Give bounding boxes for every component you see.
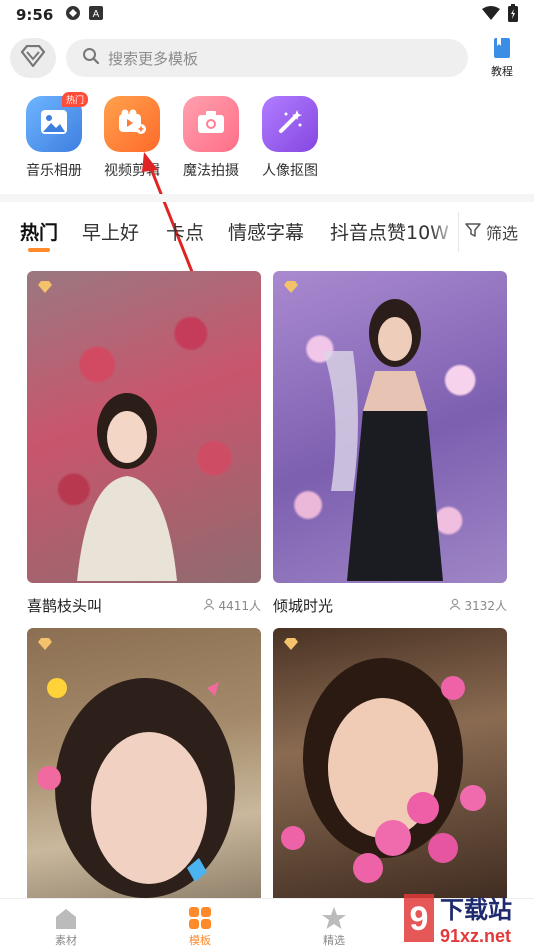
template-thumbnail: [273, 271, 507, 583]
search-bar[interactable]: 搜索更多模板: [66, 39, 468, 77]
wifi-icon: [482, 6, 500, 24]
watermark-logo: 9 下载站 91xz.net: [404, 894, 512, 946]
filter-button[interactable]: 筛选: [458, 212, 534, 252]
hot-badge: 热门: [61, 92, 88, 107]
portrait-figure: [77, 393, 177, 581]
magic-wand-icon: [275, 107, 305, 141]
tab-hot[interactable]: 热门: [20, 218, 58, 245]
tutorial-label: 教程: [491, 64, 513, 78]
usage-count: 4411人: [203, 597, 261, 614]
person-icon: [203, 598, 215, 613]
filter-label: 筛选: [486, 224, 519, 243]
feature-music-album[interactable]: 热门 音乐相册: [14, 92, 94, 180]
usage-count-value: 3132人: [464, 599, 507, 613]
video-edit-tile: [104, 96, 160, 152]
diamond-icon: [37, 635, 53, 654]
template-title: 倾城时光: [273, 597, 334, 615]
portrait-figure: [281, 658, 486, 883]
battery-icon: [508, 4, 518, 26]
star-icon: [322, 907, 346, 932]
status-time: 9:56: [16, 6, 54, 24]
portrait-figure: [323, 299, 443, 581]
header-row: 搜索更多模板 教程: [10, 37, 524, 79]
nav-label: 精选: [323, 934, 345, 947]
svg-text:A: A: [93, 9, 100, 20]
section-divider: [0, 194, 534, 202]
book-icon: [492, 37, 512, 63]
tab-beat[interactable]: 卡点: [166, 218, 204, 245]
watermark: 9 下载站 91xz.net: [400, 888, 534, 950]
filter-icon: [465, 222, 481, 242]
template-thumbnail: [27, 628, 261, 908]
usage-count: 3132人: [449, 597, 507, 614]
photo-icon: [39, 108, 69, 140]
template-card[interactable]: [27, 628, 261, 908]
tutorial-button[interactable]: 教程: [482, 37, 522, 79]
tab-emotion-subtitle[interactable]: 情感字幕: [228, 218, 304, 245]
template-thumbnail: [273, 628, 507, 908]
template-card[interactable]: 倾城时光 3132人: [273, 271, 507, 616]
usage-count-value: 4411人: [218, 599, 261, 613]
category-tabs: 热门 早上好 卡点 情感字幕 抖音点赞10W 筛选: [0, 212, 534, 252]
feature-shortcuts: 热门 音乐相册 视频剪辑 魔法拍摄 人像抠图: [0, 92, 534, 180]
tabs-fade: [430, 212, 458, 252]
app-notification-icon: [65, 5, 81, 25]
watermark-brand: 下载站: [440, 896, 512, 924]
watermark-domain: 91xz.net: [440, 926, 511, 946]
diamond-icon: [20, 44, 46, 71]
status-bar: 9:56 A: [0, 0, 534, 30]
tab-good-morning[interactable]: 早上好: [82, 218, 139, 245]
nav-material[interactable]: 素材: [36, 907, 96, 948]
nav-label: 素材: [55, 934, 77, 947]
camera-icon: [196, 109, 226, 139]
watermark-logo-text: 9: [410, 900, 429, 938]
portrait-figure: [37, 678, 235, 898]
home-icon: [54, 907, 78, 932]
music-album-tile: 热门: [26, 92, 88, 152]
template-title: 喜鹊枝头叫: [27, 597, 103, 615]
feature-label: 人像抠图: [262, 163, 318, 179]
nav-featured[interactable]: 精选: [304, 907, 364, 948]
grid-icon: [188, 907, 212, 932]
portrait-cutout-tile: [262, 96, 318, 152]
person-icon: [449, 598, 461, 613]
diamond-icon: [37, 278, 53, 297]
template-card[interactable]: 喜鹊枝头叫 4411人: [27, 271, 261, 616]
diamond-icon: [283, 278, 299, 297]
template-card[interactable]: [273, 628, 507, 908]
nav-label: 模板: [189, 934, 211, 947]
feature-portrait-cutout[interactable]: 人像抠图: [250, 96, 330, 180]
search-placeholder: 搜索更多模板: [108, 49, 199, 68]
nav-template[interactable]: 模板: [170, 907, 230, 948]
a-notification-icon: A: [89, 6, 104, 24]
feature-label: 音乐相册: [26, 163, 82, 179]
template-meta: 倾城时光 3132人: [273, 595, 507, 616]
template-thumbnail: [27, 271, 261, 583]
search-icon: [82, 47, 100, 69]
template-meta: 喜鹊枝头叫 4411人: [27, 595, 261, 616]
video-camera-icon: [116, 108, 148, 140]
magic-shoot-tile: [183, 96, 239, 152]
active-tab-indicator: [28, 248, 50, 252]
vip-button[interactable]: [10, 38, 56, 78]
